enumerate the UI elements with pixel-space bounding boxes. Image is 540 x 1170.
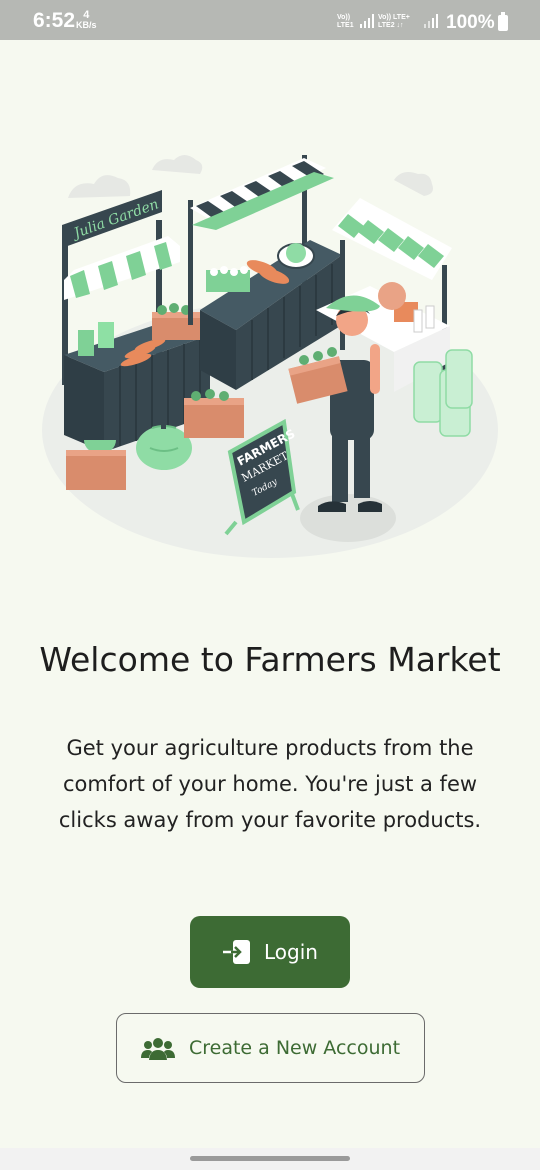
signal-icon — [360, 14, 374, 28]
sim2-indicator: Vo)) LTE+ LTE2 ↓↑ — [378, 14, 410, 29]
home-gesture-handle[interactable] — [190, 1156, 350, 1161]
description-line: Get your agriculture products from the — [66, 736, 474, 760]
login-button[interactable]: Login — [190, 916, 350, 988]
network-speed-value: 4 — [83, 9, 90, 21]
navigation-bar — [0, 1148, 540, 1170]
battery-icon — [498, 12, 508, 31]
page-title: Welcome to Farmers Market — [39, 640, 501, 679]
login-icon — [223, 940, 251, 964]
status-time: 6:52 — [33, 9, 76, 32]
network-speed-unit: KB/s — [76, 20, 97, 30]
create-account-label: Create a New Account — [188, 1037, 401, 1059]
welcome-description: Get your agriculture products from the c… — [30, 730, 510, 838]
battery-level: 100% — [446, 12, 495, 33]
description-line: comfort of your home. You're just a few — [62, 772, 478, 796]
login-label: Login — [264, 940, 318, 964]
description-line: clicks away from your favorite products. — [58, 808, 482, 832]
network-speed: 4 KB/s — [76, 9, 97, 31]
status-bar: 6:52 4 KB/s Vo)) LTE1 Vo)) LTE+ LTE2 ↓↑ … — [0, 0, 540, 40]
users-icon — [140, 1038, 175, 1060]
sim1-indicator: Vo)) LTE1 — [337, 14, 354, 29]
farmers-market-illustration: Julia Garden FARMERS MARKET Today — [42, 155, 498, 558]
signal-icon — [424, 14, 438, 28]
create-account-button[interactable]: Create a New Account — [116, 1013, 425, 1083]
